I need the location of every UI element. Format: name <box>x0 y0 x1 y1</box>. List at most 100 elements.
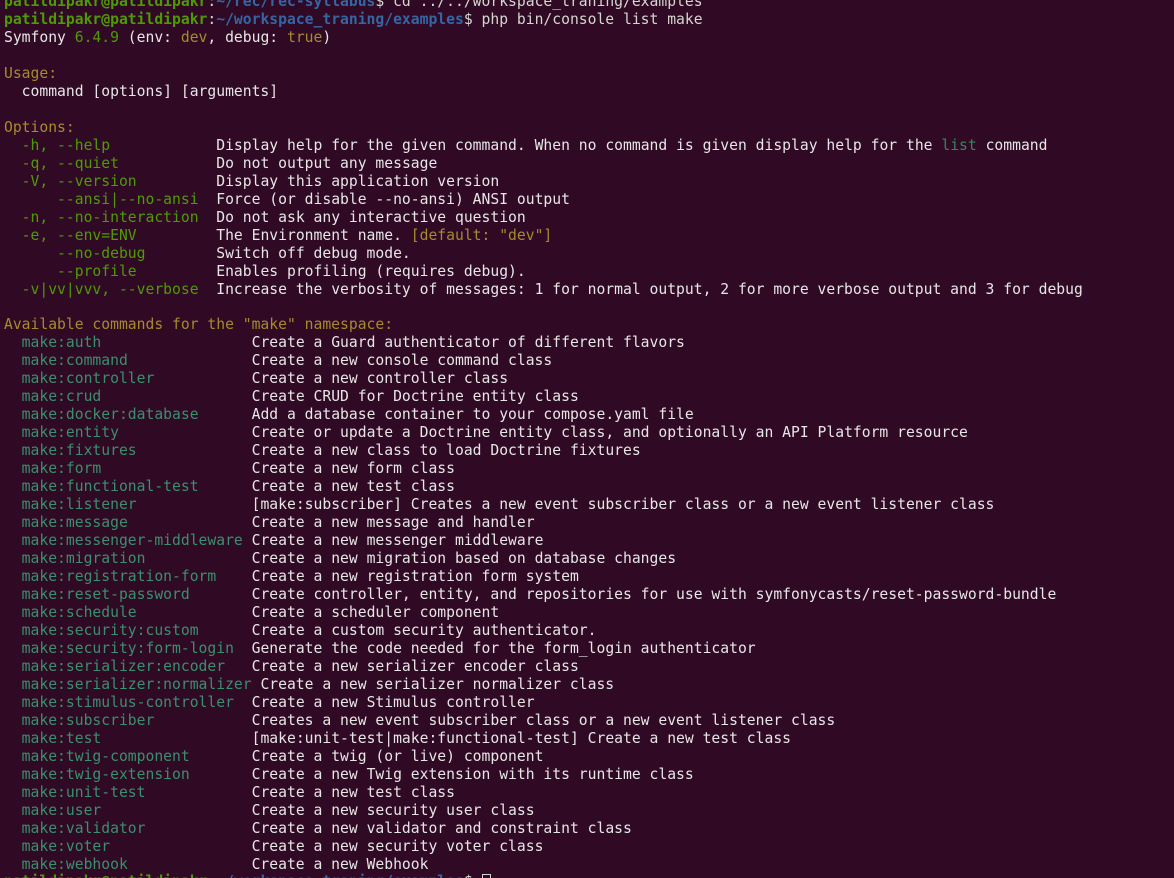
option-spacer <box>119 155 216 172</box>
option-description: The Environment name. <box>216 227 411 244</box>
command-name: make:security:form-login <box>4 640 234 657</box>
command-row: make:fixtures Create a new class to load… <box>4 442 1174 460</box>
command-spacer <box>154 370 251 387</box>
option-flag: -n, --no-interaction <box>4 209 199 226</box>
option-flag: -V, --version <box>4 173 137 190</box>
command-spacer <box>234 640 252 657</box>
option-flag: --no-debug <box>4 245 145 262</box>
command-spacer <box>137 496 252 513</box>
command-name: make:functional-test <box>4 478 199 495</box>
usage-body-text: command [options] [arguments] <box>4 83 278 100</box>
command-row: make:messenger-middleware Create a new m… <box>4 532 1174 550</box>
option-flag: -v|vv|vvv, --verbose <box>4 281 199 298</box>
command-spacer <box>128 352 252 369</box>
option-row: -q, --quiet Do not output any message <box>4 155 1174 173</box>
command-row: make:security:custom Create a custom sec… <box>4 622 1174 640</box>
command-spacer <box>190 586 252 603</box>
option-description-tail: command <box>977 137 1048 154</box>
command-description: [make:subscriber] Creates a new event su… <box>252 496 995 513</box>
prompt-path: ~/workspace_traning/examples <box>216 873 464 878</box>
command-description: [make:unit-test|make:functional-test] Cr… <box>252 730 791 747</box>
command-spacer <box>145 550 251 567</box>
command-description: Create a new console command class <box>252 352 553 369</box>
option-flag: -q, --quiet <box>4 155 119 172</box>
option-row: -V, --version Display this application v… <box>4 173 1174 191</box>
command-description: Create a new serializer normalizer class <box>260 676 614 693</box>
option-spacer <box>199 281 217 298</box>
command-name: make:entity <box>4 424 119 441</box>
command-name: make:reset-password <box>4 586 190 603</box>
command-name: make:migration <box>4 550 145 567</box>
text-cursor[interactable] <box>482 874 492 878</box>
prompt-colon: : <box>207 873 216 878</box>
usage-header-label: Usage: <box>4 65 57 82</box>
prompt-user: patildipakr@patildipakr <box>4 873 207 878</box>
command-row: make:security:form-login Generate the co… <box>4 640 1174 658</box>
option-row: --profile Enables profiling (requires de… <box>4 263 1174 281</box>
command-description: Generate the code needed for the form_lo… <box>252 640 756 657</box>
command-row: make:entity Create or update a Doctrine … <box>4 424 1174 442</box>
command-description: Create controller, entity, and repositor… <box>252 586 1057 603</box>
option-spacer <box>137 263 217 280</box>
options-header: Options: <box>4 119 1174 137</box>
command-row: make:migration Create a new migration ba… <box>4 550 1174 568</box>
command-row: make:subscriber Creates a new event subs… <box>4 712 1174 730</box>
prompt-user: patildipakr@patildipakr <box>4 11 207 28</box>
command-name: make:validator <box>4 820 145 837</box>
command-row: make:user Create a new security user cla… <box>4 802 1174 820</box>
command-name: make:test <box>4 730 101 747</box>
option-description: Display help for the given command. When… <box>216 137 941 154</box>
option-row: -n, --no-interaction Do not ask any inte… <box>4 209 1174 227</box>
command-name: make:form <box>4 460 101 477</box>
command-spacer <box>243 532 252 549</box>
prompt-command-text: php bin/console list make <box>482 11 703 28</box>
option-description: Display this application version <box>216 173 499 190</box>
command-description: Add a database container to your compose… <box>252 406 694 423</box>
command-description: Create a new Twig extension with its run… <box>252 766 694 783</box>
prompt-line-current: patildipakr@patildipakr:~/workspace_tran… <box>4 11 1174 29</box>
command-description: Create a new validator and constraint cl… <box>252 820 632 837</box>
option-description: Increase the verbosity of messages: 1 fo… <box>216 281 1083 298</box>
prompt-colon: : <box>207 0 216 10</box>
command-row: make:crud Create CRUD for Doctrine entit… <box>4 388 1174 406</box>
command-spacer <box>199 622 252 639</box>
option-row: --no-debug Switch off debug mode. <box>4 245 1174 263</box>
command-name: make:user <box>4 802 101 819</box>
command-row: make:controller Create a new controller … <box>4 370 1174 388</box>
command-spacer <box>137 604 252 621</box>
prompt-line-trailing[interactable]: patildipakr@patildipakr:~/workspace_tran… <box>4 873 1174 878</box>
command-description: Create a new Webhook <box>252 856 429 873</box>
command-name: make:voter <box>4 838 110 855</box>
command-name: make:serializer:encoder <box>4 658 225 675</box>
banner-separator: , debug: <box>207 29 287 46</box>
command-name: make:listener <box>4 496 137 513</box>
command-description: Create a new security user class <box>252 802 535 819</box>
option-description: Do not output any message <box>216 155 437 172</box>
prompt-dollar: $ <box>464 873 482 878</box>
command-name: make:security:custom <box>4 622 199 639</box>
commands-header: Available commands for the "make" namesp… <box>4 316 1174 334</box>
command-description: Create a new security voter class <box>252 838 544 855</box>
command-spacer <box>234 694 252 711</box>
commands-list: make:auth Create a Guard authenticator o… <box>4 334 1174 873</box>
blank-line <box>4 298 1174 316</box>
option-spacer <box>145 245 216 262</box>
command-spacer <box>199 406 252 423</box>
command-spacer <box>137 442 252 459</box>
command-name: make:docker:database <box>4 406 199 423</box>
command-row: make:serializer:normalizer Create a new … <box>4 676 1174 694</box>
command-spacer <box>101 388 251 405</box>
command-description: Create a new serializer encoder class <box>252 658 579 675</box>
command-spacer <box>128 514 252 531</box>
option-flag: --ansi|--no-ansi <box>4 191 199 208</box>
command-row: make:form Create a new form class <box>4 460 1174 478</box>
option-spacer <box>199 191 217 208</box>
command-spacer <box>128 856 252 873</box>
option-spacer <box>110 137 216 154</box>
command-row: make:schedule Create a scheduler compone… <box>4 604 1174 622</box>
command-row: make:twig-component Create a twig (or li… <box>4 748 1174 766</box>
command-spacer <box>119 424 252 441</box>
terminal-window[interactable]: patildipakr@patildipakr:~/rec/rec-syllab… <box>0 0 1174 878</box>
command-description: Create a new Stimulus controller <box>252 694 535 711</box>
option-spacer <box>137 227 217 244</box>
